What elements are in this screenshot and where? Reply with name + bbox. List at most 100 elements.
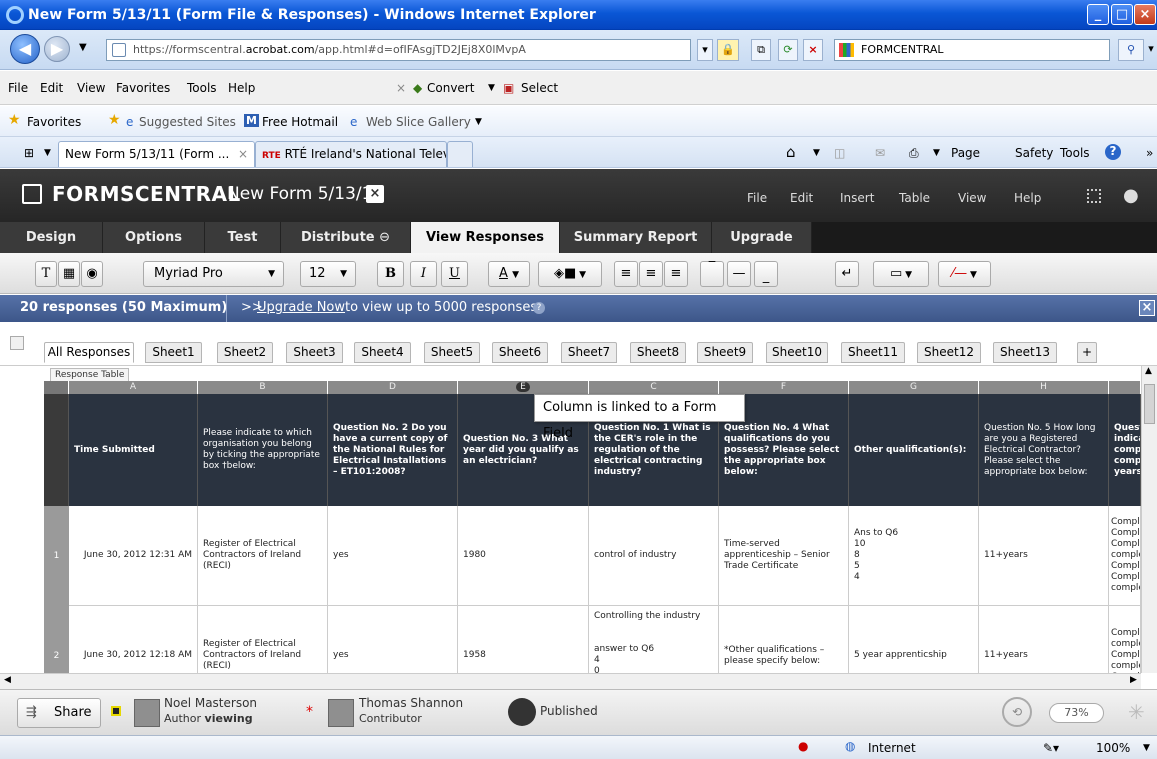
user-icon[interactable]: ● xyxy=(1123,185,1139,206)
tab-view-responses[interactable]: View Responses xyxy=(411,222,560,253)
column-letter[interactable]: A xyxy=(69,381,198,394)
tab-summary-report[interactable]: Summary Report xyxy=(560,222,712,253)
sheet-tab[interactable]: Sheet9 xyxy=(697,342,753,363)
tools-menu[interactable]: Tools xyxy=(1060,146,1090,160)
border-button[interactable]: ▭ ▼ xyxy=(873,261,929,287)
app-menu-file[interactable]: File xyxy=(747,191,767,205)
table-cell[interactable]: June 30, 2012 12:18 AM xyxy=(69,606,198,673)
column-letter[interactable]: F xyxy=(719,381,849,394)
table-cell[interactable]: Register of Electrical Contractors of Ir… xyxy=(198,506,328,606)
maximize-button[interactable]: □ xyxy=(1111,4,1133,25)
table-cell[interactable]: Comple Comple Comple comple Comple Compl… xyxy=(1109,506,1141,606)
table-cell[interactable]: 5 year apprenticship xyxy=(849,606,979,673)
row-number[interactable]: 2 xyxy=(44,606,69,673)
sheet-tab[interactable]: Sheet10 xyxy=(766,342,828,363)
column-header[interactable]: Question No. 2 Do you have a current cop… xyxy=(328,394,458,506)
italic-button[interactable]: I xyxy=(410,261,437,287)
table-cell[interactable]: yes xyxy=(328,606,458,673)
page-menu[interactable]: Page xyxy=(951,146,980,160)
read-mail-icon[interactable]: ✉ xyxy=(875,146,885,160)
app-menu-help[interactable]: Help xyxy=(1014,191,1041,205)
help-icon[interactable]: ? xyxy=(1105,144,1121,160)
zoom-indicator[interactable]: 73% xyxy=(1049,703,1104,723)
add-favorite-icon[interactable]: ★ xyxy=(108,112,121,128)
close-toolbar-icon[interactable]: × xyxy=(396,81,406,95)
close-form-icon[interactable]: × xyxy=(366,185,384,203)
search-box[interactable]: FORMCENTRAL xyxy=(834,39,1110,61)
align-left-button[interactable]: ≡ xyxy=(614,261,638,287)
safety-menu[interactable]: Safety xyxy=(1015,146,1053,160)
sheet-tab[interactable]: Sheet12 xyxy=(917,342,981,363)
table-cell[interactable]: *Other qualifications – please specify b… xyxy=(719,606,849,673)
align-right-button[interactable]: ≡ xyxy=(664,261,688,287)
table-cell[interactable]: Register of Electrical Contractors of Ir… xyxy=(198,606,328,673)
sheet-tab-all-responses[interactable]: All Responses xyxy=(44,342,134,363)
column-letter[interactable]: G xyxy=(849,381,979,394)
add-sheet-button[interactable]: + xyxy=(1077,342,1097,363)
browser-tab-formscentral[interactable]: New Form 5/13/11 (Form ... × xyxy=(58,141,255,167)
web-slice-dropdown-icon[interactable]: ▼ xyxy=(475,117,482,127)
menu-favorites[interactable]: Favorites xyxy=(116,81,170,95)
minimize-button[interactable]: _ xyxy=(1087,4,1109,25)
tab-options[interactable]: Options xyxy=(103,222,205,253)
share-button[interactable]: ⇶ Share xyxy=(17,698,101,728)
app-menu-insert[interactable]: Insert xyxy=(840,191,874,205)
app-menu-edit[interactable]: Edit xyxy=(790,191,813,205)
favorites-button[interactable]: Favorites xyxy=(27,115,81,129)
feeds-icon[interactable]: ◫ xyxy=(834,146,845,160)
column-header[interactable]: Other qualification(s): xyxy=(849,394,979,506)
valign-middle-button[interactable]: — xyxy=(727,261,751,287)
convert-dropdown-icon[interactable]: ▼ xyxy=(488,83,495,93)
tab-test[interactable]: Test xyxy=(205,222,281,253)
fav-free-hotmail[interactable]: Free Hotmail xyxy=(262,115,338,129)
tab-list-icon[interactable]: ▼ xyxy=(44,148,51,158)
table-cell[interactable]: 1980 xyxy=(458,506,589,606)
new-tab-button[interactable] xyxy=(447,141,473,167)
underline-button[interactable]: U xyxy=(441,261,468,287)
font-size-select[interactable]: 12 ▼ xyxy=(300,261,356,287)
close-window-button[interactable]: × xyxy=(1134,4,1156,25)
table-cell[interactable]: 1958 xyxy=(458,606,589,673)
table-cell[interactable]: Time-served apprenticeship – Senior Trad… xyxy=(719,506,849,606)
vertical-scrollbar[interactable]: ▲ xyxy=(1141,366,1157,673)
protected-mode-icon[interactable]: ✎▾ xyxy=(1043,741,1059,755)
fav-web-slice-gallery[interactable]: Web Slice Gallery xyxy=(366,115,471,129)
table-mode-icon[interactable]: ▦ xyxy=(58,261,80,287)
scroll-thumb[interactable] xyxy=(1144,384,1155,424)
refresh-icon[interactable]: ⟳ xyxy=(778,39,798,61)
tab-upgrade[interactable]: Upgrade xyxy=(712,222,812,253)
table-cell[interactable]: Controlling the industry answer to Q6 4 … xyxy=(589,606,719,673)
scroll-up-icon[interactable]: ▲ xyxy=(1145,366,1152,376)
browser-tab-rte[interactable]: RTE RTÉ Ireland's National Televi... xyxy=(255,141,447,167)
sheet-tab[interactable]: Sheet2 xyxy=(217,342,273,363)
app-menu-view[interactable]: View xyxy=(958,191,986,205)
wrap-text-button[interactable]: ↵ xyxy=(835,261,859,287)
table-cell[interactable]: Ans to Q6 10 8 5 4 xyxy=(849,506,979,606)
row-number[interactable]: 1 xyxy=(44,506,69,606)
text-mode-icon[interactable]: T xyxy=(35,261,57,287)
grid-icon[interactable] xyxy=(1087,189,1101,203)
search-icon[interactable]: ⚲ xyxy=(1118,39,1144,61)
column-header[interactable]: Questi indicate comple comple years: xyxy=(1109,394,1141,506)
compatibility-icon[interactable]: ⧉ xyxy=(751,39,771,61)
search-options-icon[interactable]: ▾ xyxy=(1146,39,1156,61)
menu-tools[interactable]: Tools xyxy=(187,81,217,95)
home-icon[interactable]: ⌂ xyxy=(786,143,796,161)
horizontal-scrollbar[interactable]: ◀ ▶ xyxy=(0,673,1141,689)
table-cell[interactable]: 11+years xyxy=(979,606,1109,673)
address-bar[interactable]: https://formscentral.acrobat.com/app.htm… xyxy=(106,39,691,61)
fill-color-button[interactable]: ◈■ ▼ xyxy=(538,261,602,287)
fav-suggested-sites[interactable]: Suggested Sites xyxy=(139,115,236,129)
preview-icon[interactable]: ◉ xyxy=(81,261,103,287)
close-tab-icon[interactable]: × xyxy=(238,147,248,161)
sheet-tab[interactable]: Sheet7 xyxy=(561,342,617,363)
privacy-icon[interactable]: ● xyxy=(798,739,808,753)
print-icon[interactable]: ⎙ xyxy=(909,146,919,161)
valign-top-button[interactable]: ‾ xyxy=(700,261,724,287)
column-header[interactable]: Time Submitted xyxy=(69,394,198,506)
align-center-button[interactable]: ≡ xyxy=(639,261,663,287)
sheet-tab[interactable]: Sheet13 xyxy=(993,342,1057,363)
scroll-right-icon[interactable]: ▶ xyxy=(1130,675,1137,685)
chevron-more-icon[interactable]: » xyxy=(1146,146,1153,160)
valign-bottom-button[interactable]: _ xyxy=(754,261,778,287)
